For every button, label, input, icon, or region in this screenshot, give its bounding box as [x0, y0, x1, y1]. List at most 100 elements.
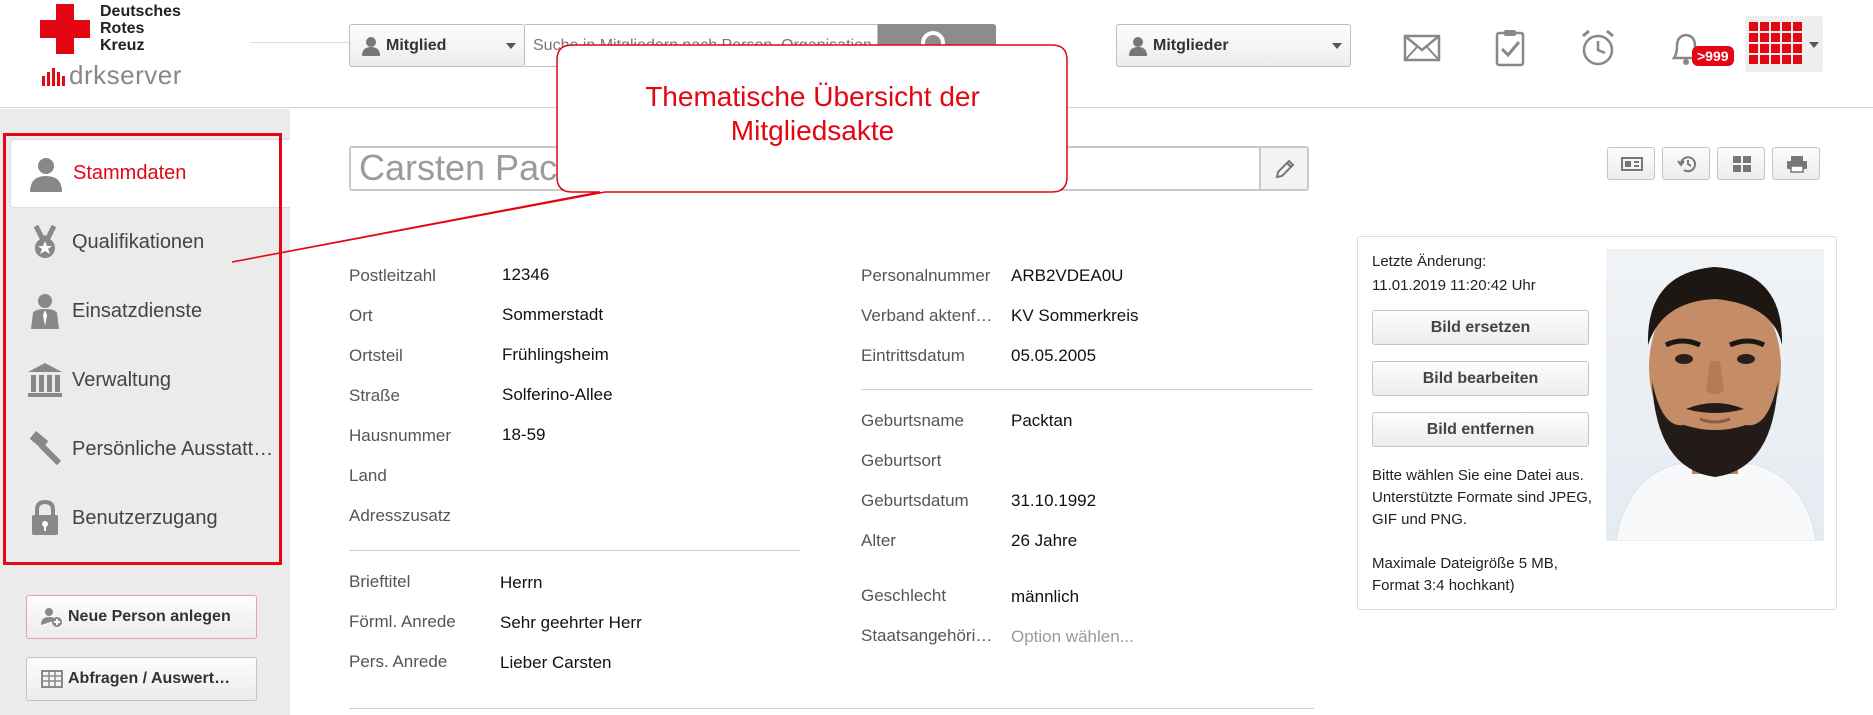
product-label: drkserver [69, 60, 182, 90]
sidebar-item-stammdaten[interactable]: Stammdaten [10, 139, 290, 208]
person-icon [362, 36, 380, 56]
print-button[interactable] [1772, 147, 1820, 180]
uniform-person-icon [31, 294, 59, 329]
field-label: Geburtsname [861, 411, 964, 430]
sidebar-item-qualifikationen[interactable]: Qualifikationen [10, 208, 290, 277]
chevron-down-icon [1809, 42, 1819, 48]
tasks-icon[interactable] [1490, 28, 1530, 68]
field-label: Geschlecht [861, 586, 947, 605]
sidebar-item-label: Einsatzdienste [72, 300, 203, 322]
field-label: Alter [861, 531, 896, 550]
portrait-image [1615, 267, 1817, 541]
edit-photo-button[interactable]: Bild bearbeiten [1372, 361, 1589, 396]
pencil-icon [1275, 159, 1295, 179]
birth-name-value[interactable]: Packtan [1011, 411, 1072, 431]
search-type-label: Mitglied [386, 36, 447, 54]
gender-value[interactable]: männlich [1011, 587, 1079, 607]
field-label: Land [349, 466, 387, 485]
sidebar-item-label: Persönliche Ausstattung [72, 438, 282, 460]
replace-photo-button[interactable]: Bild ersetzen [1372, 310, 1589, 345]
person-name-field[interactable]: Carsten Packtan [349, 146, 1261, 191]
new-person-button[interactable]: Neue Person anlegen [26, 595, 257, 639]
field-label: Straße [349, 386, 401, 405]
red-cross-icon [40, 4, 90, 54]
section-divider [349, 550, 800, 551]
sidebar-item-label: Stammdaten [73, 162, 187, 184]
drk-logo[interactable]: Deutsches Rotes Kreuz drkserver [0, 0, 352, 108]
birth-date-value[interactable]: 31.10.1992 [1011, 491, 1096, 511]
association-value[interactable]: KV Sommerkreis [1011, 306, 1139, 326]
field-label: Geburtsort [861, 451, 942, 470]
nationality-select[interactable]: Option wählen... [1011, 627, 1134, 647]
sidebar-item-label: Qualifikationen [72, 231, 205, 253]
field-label: Verband aktenführend [861, 306, 1001, 325]
field-label: Ort [349, 306, 373, 325]
history-button[interactable] [1662, 147, 1710, 180]
personnel-number-value[interactable]: ARB2VDEA0U [1011, 266, 1123, 286]
letter-title-value[interactable]: Herrn [500, 573, 543, 593]
org-name: Deutsches Rotes Kreuz [100, 3, 181, 54]
logo-bars-icon [42, 68, 65, 86]
search-input[interactable] [525, 24, 878, 67]
medal-icon [33, 224, 57, 258]
hammer-icon [29, 431, 62, 466]
sidebar-item-label: Benutzerzugang [72, 507, 218, 529]
grid-view-button[interactable] [1717, 147, 1765, 180]
apps-menu-button[interactable] [1745, 16, 1823, 72]
photo-panel: Letzte Änderung: 11.01.2019 11:20:42 Uhr… [1357, 236, 1837, 610]
chevron-down-icon [1332, 43, 1342, 49]
members-scope-select[interactable]: Mitglieder [1116, 24, 1351, 67]
section-nav: Stammdaten Qualifikationen Einsatzdienst… [10, 139, 290, 553]
profile-photo [1606, 249, 1824, 541]
queries-label: Abfragen / Auswertungen [68, 670, 238, 687]
remove-photo-button[interactable]: Bild entfernen [1372, 412, 1589, 447]
field-label: Pers. Anrede [349, 652, 448, 671]
photo-hint: Bitte wählen Sie eine Datei aus. Unterst… [1372, 467, 1593, 594]
new-person-label: Neue Person anlegen [68, 608, 231, 625]
section-divider [349, 708, 1314, 709]
sidebar-item-ausstattung[interactable]: Persönliche Ausstattung [10, 415, 290, 484]
field-label: Brieftitel [349, 572, 411, 591]
logo-divider [250, 42, 350, 43]
person-icon [1129, 36, 1147, 56]
sidebar: Stammdaten Qualifikationen Einsatzdienst… [0, 109, 290, 715]
sidebar-item-verwaltung[interactable]: Verwaltung [10, 346, 290, 415]
entry-date-value[interactable]: 05.05.2005 [1011, 346, 1096, 366]
street-value[interactable]: Solferino-Allee [502, 385, 613, 405]
postal-code-value[interactable]: 12346 [502, 265, 549, 285]
city-value[interactable]: Sommerstadt [502, 305, 603, 325]
lock-icon [32, 500, 58, 535]
building-icon [28, 363, 62, 397]
personal-salutation-value[interactable]: Lieber Carsten [500, 653, 612, 673]
alarm-clock-icon[interactable] [1578, 28, 1618, 68]
last-change-value: 11.01.2019 11:20:42 Uhr [1372, 277, 1536, 294]
notification-badge[interactable]: >999 [1692, 46, 1734, 66]
last-change-label: Letzte Änderung: [1372, 253, 1487, 270]
section-divider [861, 389, 1313, 390]
search-type-select[interactable]: Mitglied [349, 24, 525, 67]
field-label: Postleitzahl [349, 266, 436, 285]
queries-button[interactable]: Abfragen / Auswertungen [26, 657, 257, 701]
mail-icon[interactable] [1402, 28, 1442, 68]
table-icon [41, 670, 63, 688]
printer-icon [1787, 156, 1807, 173]
card-view-button[interactable] [1607, 147, 1655, 180]
search-icon [921, 31, 952, 62]
house-number-value[interactable]: 18-59 [502, 425, 545, 445]
product-name: drkserver [42, 60, 182, 91]
add-user-icon [41, 608, 62, 627]
field-label: Geburtsdatum [861, 491, 969, 510]
grid-icon [1733, 156, 1751, 172]
sidebar-item-einsatzdienste[interactable]: Einsatzdienste [10, 277, 290, 346]
age-value: 26 Jahre [1011, 531, 1078, 550]
chevron-down-icon [506, 43, 516, 49]
history-icon [1677, 156, 1696, 173]
sidebar-item-benutzerzugang[interactable]: Benutzerzugang [10, 484, 290, 553]
field-label: Personalnummer [861, 266, 991, 285]
person-icon [30, 158, 62, 192]
edit-name-button[interactable] [1259, 146, 1309, 191]
district-value[interactable]: Frühlingsheim [502, 345, 609, 365]
search-button[interactable] [878, 24, 996, 67]
formal-salutation-value[interactable]: Sehr geehrter Herr [500, 613, 642, 633]
field-label: Ortsteil [349, 346, 403, 365]
